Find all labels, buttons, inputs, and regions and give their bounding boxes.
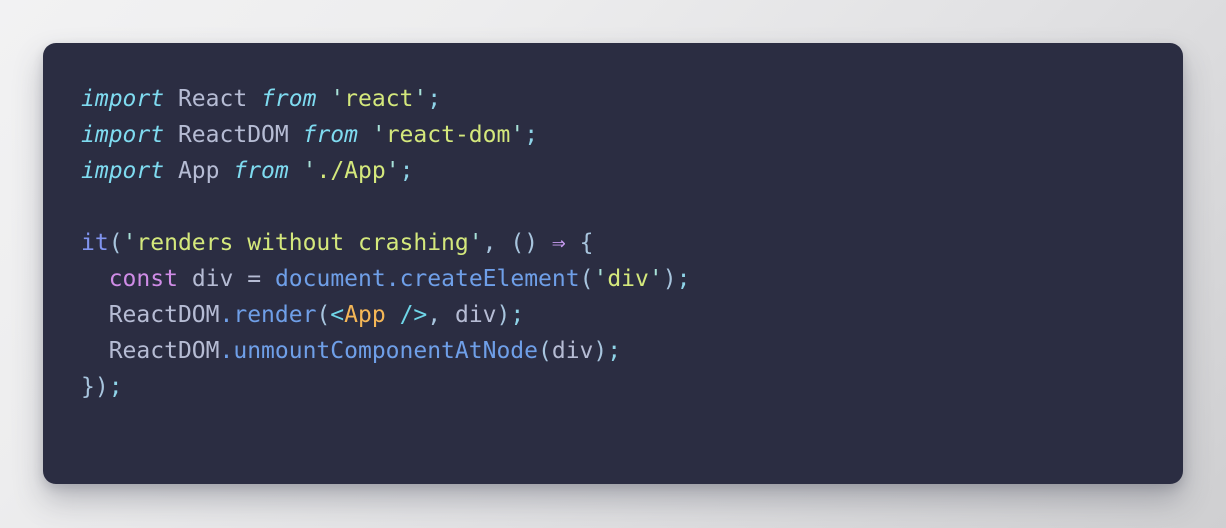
code-token-quote: ' [413,86,428,112]
code-token-punct: ( [316,302,331,328]
code-token-quote: ' [371,122,386,148]
code-token-property: unmountComponentAtNode [233,338,538,364]
code-token-property: render [233,302,317,328]
code-card: import React from 'react'; import ReactD… [43,43,1183,484]
code-token-string: ./App [316,158,386,184]
code-token-quote: ' [468,230,483,256]
code-token-keyword: import [81,86,165,112]
code-token-bracket: < [330,302,345,328]
code-token-ident: ReactDOM [177,122,289,148]
code-token-semi: ; [427,86,442,112]
code-line: ReactDOM.unmountComponentAtNode(div); [81,333,1145,369]
code-token-ident: div [191,266,234,292]
code-token-string: renders without crashing [136,230,469,256]
code-token-punct: , [482,230,497,256]
code-token-semi: ; [607,338,622,364]
code-line: ReactDOM.render(<App />, div); [81,297,1145,333]
code-token-property: document [274,266,386,292]
code-token-dot: . [219,338,234,364]
code-token-bracket: /> [399,302,428,328]
code-token-operator: = [247,266,262,292]
code-token-punct: ) [496,302,511,328]
code-token-ident: React [177,86,248,112]
code-token-quote: ' [648,266,663,292]
code-token-string: react [344,86,414,112]
code-token-punct: ) [662,266,677,292]
code-token-quote: ' [302,158,317,184]
code-token-string: div [607,266,649,292]
code-token-func: it [81,230,109,256]
code-token-keyword: from [302,122,358,148]
code-block[interactable]: import React from 'react'; import ReactD… [81,81,1145,405]
code-token-declare: const [108,266,178,292]
code-token-semi: ; [399,158,414,184]
code-token-tag: App [344,302,386,328]
code-token-ident: ReactDOM [108,302,220,328]
code-token-punct: ( [108,230,123,256]
code-token-quote: ' [330,86,345,112]
code-token-punct: ( [537,338,552,364]
code-token-quote: ' [385,158,400,184]
code-token-ident: div [454,302,497,328]
code-token-dot: . [219,302,234,328]
code-token-ident: div [551,338,594,364]
code-token-ident: App [177,158,220,184]
code-token-quote: ' [510,122,525,148]
code-token-keyword: import [81,158,165,184]
code-line: import ReactDOM from 'react-dom'; [81,117,1145,153]
code-token-property: createElement [399,266,580,292]
code-token-keyword: import [81,122,165,148]
code-token-dot: . [385,266,400,292]
code-token-arrow: ⇒ [551,230,566,256]
code-token-keyword: from [233,158,289,184]
code-line: }); [81,369,1145,405]
code-token-quote: ' [122,230,137,256]
code-token-punct: , [427,302,442,328]
code-token-punct: }) [81,374,109,400]
code-line: it('renders without crashing', () ⇒ { [81,225,1145,261]
code-token-ident: ReactDOM [108,338,220,364]
code-line: const div = document.createElement('div'… [81,261,1145,297]
code-token-string: react-dom [385,122,511,148]
code-token-quote: ' [593,266,608,292]
code-token-punct: ) [593,338,608,364]
code-line: import React from 'react'; [81,81,1145,117]
code-token-punct: () [510,230,539,256]
code-line: import App from './App'; [81,153,1145,189]
code-token-punct: ( [579,266,594,292]
code-token-punct: { [579,230,594,256]
code-token-semi: ; [510,302,525,328]
code-token-semi: ; [524,122,539,148]
snippet-stage: import React from 'react'; import ReactD… [0,0,1226,528]
code-token-semi: ; [108,374,123,400]
code-token-semi: ; [676,266,691,292]
code-token-keyword: from [261,86,317,112]
